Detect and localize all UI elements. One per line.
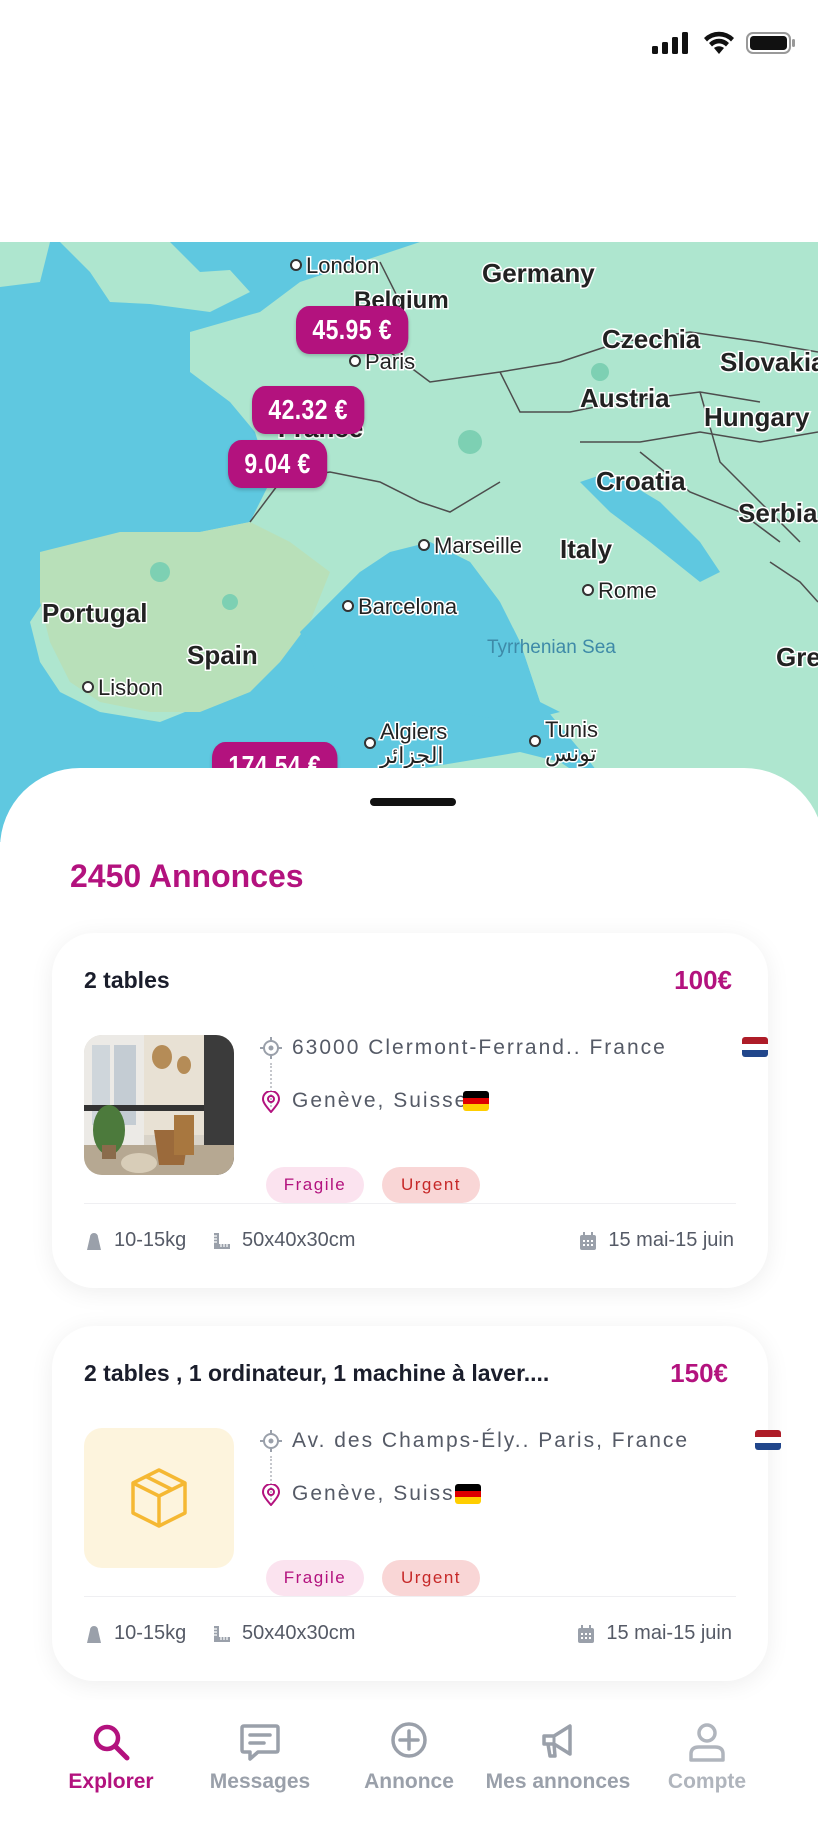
map-label-portugal: Portugal (42, 598, 147, 628)
nav-compte[interactable]: Compte (632, 1720, 782, 1794)
nav-mes-annonces[interactable]: Mes annonces (483, 1720, 633, 1794)
tag-fragile: Fragile (266, 1167, 364, 1203)
map-label-germany: Germany (482, 258, 595, 288)
pickup-address: Av. des Champs-Ély.. Paris, France (292, 1429, 690, 1452)
bottom-navigation: Explorer Messages Annonce Mes annonces C… (0, 1700, 824, 1834)
listing-card[interactable]: 2 tables 100€ 63000 Clermont-Ferrand.. F… (52, 933, 768, 1288)
weight-icon (87, 1232, 101, 1250)
listing-title: 2 tables , 1 ordinateur, 1 machine à lav… (84, 1360, 550, 1386)
listing-count: 2450 Annonces (70, 858, 304, 894)
calendar-icon (580, 1231, 597, 1250)
tag-fragile: Fragile (266, 1560, 364, 1596)
weight-info: 10-15kg (84, 1229, 186, 1252)
netherlands-flag-icon (742, 1037, 768, 1057)
map-label-algiers-ar: الجزائر (379, 743, 444, 769)
listing-card[interactable]: 2 tables , 1 ordinateur, 1 machine à lav… (52, 1326, 781, 1681)
size-info: 50x40x30cm (212, 1229, 355, 1252)
map-label-austria: Austria (580, 383, 670, 413)
weight-info: 10-15kg (84, 1622, 186, 1645)
map-label-spain: Spain (187, 640, 258, 670)
listing-photo-placeholder (84, 1428, 234, 1568)
tag-urgent: Urgent (382, 1167, 480, 1203)
map-label-tunis-ar: تونس (545, 741, 597, 767)
map-label-italy: Italy (560, 534, 613, 564)
nav-messages[interactable]: Messages (185, 1720, 335, 1794)
nav-compte-label: Compte (667, 1770, 747, 1793)
price-marker[interactable]: 45.95 € (296, 306, 409, 354)
nav-annonce-label: Annonce (364, 1770, 454, 1793)
map-label-czechia: Czechia (602, 324, 701, 354)
tag-urgent: Urgent (382, 1560, 480, 1596)
chat-icon (240, 1724, 280, 1761)
weight-value: 10-15kg (114, 1229, 187, 1251)
status-bar (0, 0, 824, 90)
map-label-barcelona: Barcelona (358, 594, 458, 619)
wifi-icon (704, 31, 734, 54)
map-label-slovakia: Slovakia (720, 347, 818, 377)
netherlands-flag-icon (755, 1430, 781, 1450)
pickup-pin-icon (260, 1037, 282, 1059)
map-label-algiers: Algiers (380, 719, 447, 744)
map-label-london: London (306, 253, 379, 278)
weight-icon (87, 1625, 101, 1643)
weight-value: 10-15kg (114, 1622, 187, 1644)
germany-flag-icon (455, 1484, 481, 1504)
map-label-tyrrhenian: Tyrrhenian Sea (487, 637, 616, 658)
nav-explorer[interactable]: Explorer (36, 1720, 186, 1794)
date-range: 15 mai-15 juin (606, 1622, 732, 1644)
size-info: 50x40x30cm (212, 1622, 355, 1645)
signal-icon (652, 32, 688, 54)
map-label-marseille: Marseille (434, 533, 522, 558)
date-info: 15 mai-15 juin (578, 1229, 734, 1252)
map-view[interactable]: London Belgium Germany Paris Czechia Slo… (0, 242, 818, 842)
map-label-rome: Rome (598, 578, 657, 603)
map-label-hungary: Hungary (704, 402, 810, 432)
pickup-pin-icon (260, 1430, 282, 1452)
map-canvas: London Belgium Germany Paris Czechia Slo… (0, 242, 818, 842)
price-marker[interactable]: 42.32 € (252, 386, 365, 434)
pickup-address: 63000 Clermont-Ferrand.. France (292, 1036, 667, 1059)
map-label-tunis: Tunis (545, 717, 598, 742)
battery-icon (746, 32, 795, 54)
nav-mes-annonces-label: Mes annonces (485, 1770, 631, 1793)
ruler-icon (214, 1232, 230, 1249)
destination-address: Genève, Suisse (292, 1089, 469, 1112)
ruler-icon (214, 1625, 230, 1642)
listings-sheet: 2450 Annonces 2 tables 100€ 63000 Clermo… (0, 768, 824, 1834)
destination-pin-icon (261, 1091, 281, 1113)
sheet-drag-handle[interactable] (370, 798, 456, 806)
size-value: 50x40x30cm (242, 1229, 356, 1251)
destination-address: Genève, Suisse (292, 1482, 469, 1505)
plus-circle-icon (391, 1722, 427, 1758)
germany-flag-icon (463, 1091, 489, 1111)
map-label-lisbon: Lisbon (98, 675, 163, 700)
card-divider (84, 1596, 736, 1597)
package-icon (131, 1468, 187, 1528)
listing-price: 150€ (670, 1358, 728, 1388)
listing-title: 2 tables (84, 967, 170, 993)
map-label-croatia: Croatia (596, 466, 686, 496)
listing-price: 100€ (674, 965, 732, 995)
card-divider (84, 1203, 736, 1204)
nav-explorer-label: Explorer (68, 1770, 154, 1793)
user-icon (689, 1723, 725, 1762)
size-value: 50x40x30cm (242, 1622, 356, 1644)
map-label-greece: Gre (776, 642, 818, 672)
date-range: 15 mai-15 juin (608, 1229, 734, 1251)
nav-messages-label: Messages (209, 1770, 311, 1793)
search-icon (93, 1724, 130, 1761)
date-info: 15 mai-15 juin (576, 1622, 732, 1645)
nav-annonce[interactable]: Annonce (334, 1720, 484, 1794)
calendar-icon (578, 1624, 595, 1643)
destination-pin-icon (261, 1484, 281, 1506)
megaphone-icon (542, 1724, 572, 1758)
price-marker[interactable]: 9.04 € (228, 440, 328, 488)
listing-photo (84, 1035, 234, 1175)
map-label-serbia: Serbia (738, 498, 818, 528)
